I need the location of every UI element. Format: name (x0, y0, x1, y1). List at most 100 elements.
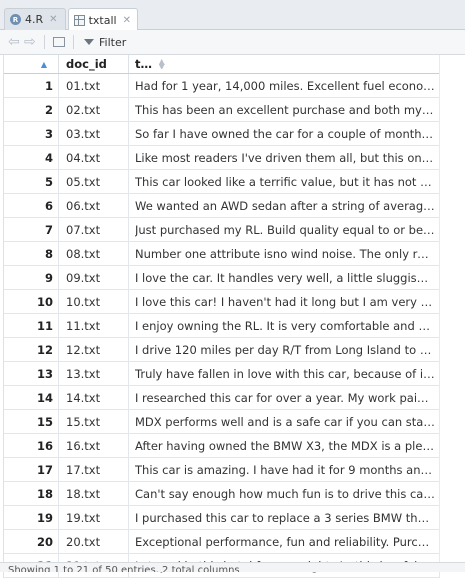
doc-id-cell[interactable]: 14.txt (59, 386, 129, 409)
text-cell[interactable]: Number one attribute isno wind noise. Th… (129, 242, 440, 265)
doc-id-cell[interactable]: 05.txt (59, 170, 129, 193)
text-cell[interactable]: Had for 1 year, 14,000 miles. Excellent … (129, 74, 440, 97)
text-cell-value: I love this car! I haven't had it long b… (135, 294, 435, 309)
text-cell-value: MDX performs well and is a safe car if y… (135, 414, 435, 429)
text-cell[interactable]: Exceptional performance, fun and reliabi… (129, 530, 440, 553)
text-cell[interactable]: I enjoy owning the RL. It is very comfor… (129, 314, 440, 337)
filter-button[interactable]: Filter (84, 36, 126, 49)
toolbar-divider (73, 35, 74, 49)
doc-id-cell[interactable]: 19.txt (59, 506, 129, 529)
tab-4r[interactable]: R 4.R ✕ (4, 8, 66, 30)
text-cell[interactable]: MDX performs well and is a safe car if y… (129, 410, 440, 433)
doc-id-cell[interactable]: 08.txt (59, 242, 129, 265)
table-row[interactable]: 15 15.txt MDX performs well and is a safe … (4, 410, 440, 434)
text-cell[interactable]: Truly have fallen in love with this car,… (129, 362, 440, 385)
text-cell[interactable]: Can't say enough how much fun is to driv… (129, 482, 440, 505)
doc-id-cell[interactable]: 11.txt (59, 314, 129, 337)
row-number: 6 (4, 194, 59, 217)
column-header-doc-id[interactable]: doc_id (59, 55, 129, 73)
editor-tab-bar: R 4.R ✕ txtall ✕ (0, 0, 465, 31)
row-number: 16 (4, 434, 59, 457)
text-cell[interactable]: I researched this car for over a year. M… (129, 386, 440, 409)
text-cell-value: After having owned the BMW X3, the MDX i… (135, 438, 435, 453)
row-number: 2 (4, 98, 59, 121)
table-row[interactable]: 12 12.txt I drive 120 miles per day R/T fr… (4, 338, 440, 362)
doc-id-cell[interactable]: 03.txt (59, 122, 129, 145)
row-number: 9 (4, 266, 59, 289)
row-number: 10 (4, 290, 59, 313)
toolbar-divider (44, 35, 45, 49)
text-cell-value: This car is amazing. I have had it for 9… (135, 462, 435, 477)
text-cell[interactable]: This has been an excellent purchase and … (129, 98, 440, 121)
table-row[interactable]: 19 19.txt I purchased this car to replace … (4, 506, 440, 530)
text-cell[interactable]: Just purchased my RL. Build quality equa… (129, 218, 440, 241)
column-header-text[interactable]: text ▲ ▼ (129, 55, 440, 73)
doc-id-cell[interactable]: 15.txt (59, 410, 129, 433)
r-script-icon: R (10, 14, 21, 25)
text-cell[interactable]: I love this car! I haven't had it long b… (129, 290, 440, 313)
text-cell[interactable]: I purchased this car to replace a 3 seri… (129, 506, 440, 529)
data-viewer-toolbar: ⇦ ⇨ Filter (0, 30, 465, 55)
table-row[interactable]: 1 01.txt Had for 1 year, 14,000 miles. Exc… (4, 74, 440, 98)
text-cell[interactable]: We wanted an AWD sedan after a string of… (129, 194, 440, 217)
table-row[interactable]: 16 16.txt After having owned the BMW X3, t… (4, 434, 440, 458)
popout-window-icon[interactable] (53, 37, 65, 47)
table-row[interactable]: 8 08.txt Number one attribute isno wind no… (4, 242, 440, 266)
filter-label: Filter (99, 35, 127, 49)
table-row[interactable]: 7 07.txt Just purchased my RL. Build quali… (4, 218, 440, 242)
text-cell[interactable]: After having owned the BMW X3, the MDX i… (129, 434, 440, 457)
doc-id-cell[interactable]: 16.txt (59, 434, 129, 457)
text-cell-value: I researched this car for over a year. M… (135, 390, 435, 405)
close-icon[interactable]: ✕ (123, 15, 131, 26)
text-cell-value: Just purchased my RL. Build quality equa… (135, 222, 435, 237)
close-icon[interactable]: ✕ (49, 14, 57, 25)
table-row[interactable]: 2 02.txt This has been an excellent purcha… (4, 98, 440, 122)
scrollbar[interactable] (439, 55, 465, 562)
tab-4r-label: 4.R (25, 13, 44, 26)
table-row[interactable]: 3 03.txt So far I have owned the car for a… (4, 122, 440, 146)
text-cell-value: Like most readers I've driven them all, … (135, 150, 435, 165)
table-row[interactable]: 10 10.txt I love this car! I haven't had i… (4, 290, 440, 314)
doc-id-cell[interactable]: 04.txt (59, 146, 129, 169)
doc-id-cell[interactable]: 02.txt (59, 98, 129, 121)
text-cell[interactable]: So far I have owned the car for a couple… (129, 122, 440, 145)
funnel-icon (84, 39, 94, 45)
doc-id-cell[interactable]: 12.txt (59, 338, 129, 361)
table-row[interactable]: 5 05.txt This car looked like a terrific v… (4, 170, 440, 194)
text-cell[interactable]: I love the car. It handles very well, a … (129, 266, 440, 289)
doc-id-cell[interactable]: 07.txt (59, 218, 129, 241)
table-row[interactable]: 14 14.txt I researched this car for over a… (4, 386, 440, 410)
tab-txtall[interactable]: txtall ✕ (68, 8, 138, 31)
table-row[interactable]: 11 11.txt I enjoy owning the RL. It is ver… (4, 314, 440, 338)
table-row[interactable]: 13 13.txt Truly have fallen in love with t… (4, 362, 440, 386)
doc-id-cell[interactable]: 13.txt (59, 362, 129, 385)
row-number: 14 (4, 386, 59, 409)
text-cell-value: Had for 1 year, 14,000 miles. Excellent … (135, 78, 435, 93)
back-arrow-icon[interactable]: ⇦ (8, 34, 20, 50)
text-cell[interactable]: I drive 120 miles per day R/T from Long … (129, 338, 440, 361)
text-cell-value: Can't say enough how much fun is to driv… (135, 486, 435, 501)
doc-id-cell[interactable]: 20.txt (59, 530, 129, 553)
doc-id-cell[interactable]: 09.txt (59, 266, 129, 289)
doc-id-cell[interactable]: 17.txt (59, 458, 129, 481)
text-cell-value: This has been an excellent purchase and … (135, 102, 435, 117)
forward-arrow-icon[interactable]: ⇨ (24, 34, 36, 50)
column-header-label: text (135, 57, 159, 71)
row-number: 4 (4, 146, 59, 169)
table-row[interactable]: 4 04.txt Like most readers I've driven the… (4, 146, 440, 170)
text-cell[interactable]: This car looked like a terrific value, b… (129, 170, 440, 193)
doc-id-cell[interactable]: 06.txt (59, 194, 129, 217)
table-row[interactable]: 6 06.txt We wanted an AWD sedan after a st… (4, 194, 440, 218)
doc-id-cell[interactable]: 18.txt (59, 482, 129, 505)
row-number-header[interactable]: ▲ (4, 55, 59, 73)
doc-id-cell[interactable]: 01.txt (59, 74, 129, 97)
table-row[interactable]: 20 20.txt Exceptional performance, fun and… (4, 530, 440, 554)
table-row[interactable]: 17 17.txt This car is amazing. I have had … (4, 458, 440, 482)
row-number: 18 (4, 482, 59, 505)
text-cell[interactable]: This car is amazing. I have had it for 9… (129, 458, 440, 481)
table-row[interactable]: 18 18.txt Can't say enough how much fun is… (4, 482, 440, 506)
text-cell[interactable]: Like most readers I've driven them all, … (129, 146, 440, 169)
doc-id-cell[interactable]: 10.txt (59, 290, 129, 313)
table-row[interactable]: 9 09.txt I love the car. It handles very w… (4, 266, 440, 290)
row-number: 17 (4, 458, 59, 481)
